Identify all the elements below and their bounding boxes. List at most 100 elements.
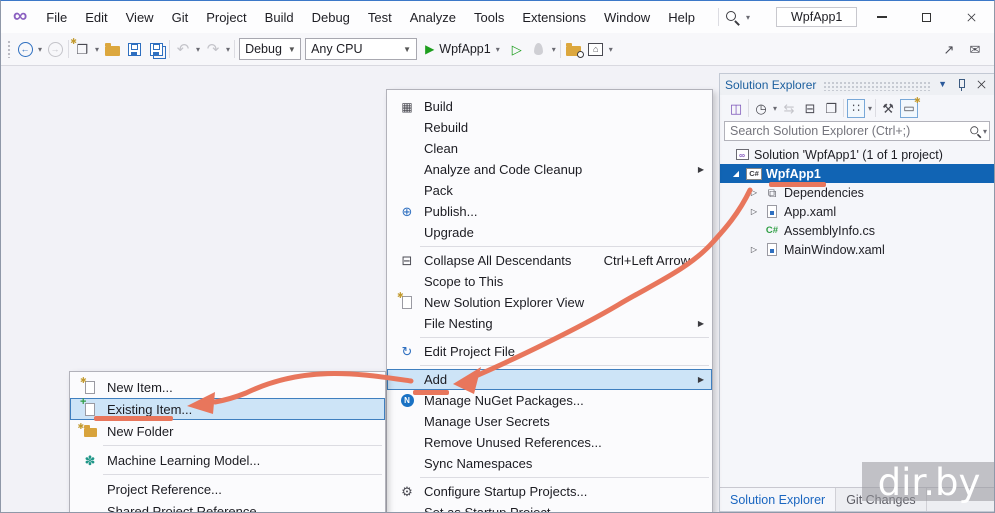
platform-dropdown[interactable]: Any CPU▼ [305,38,417,60]
toolbar-grip[interactable] [7,40,12,58]
menu-item-label: Upgrade [424,225,474,240]
start-without-debugging-icon[interactable]: ▷ [508,37,526,61]
dropdown-caret-icon[interactable]: ▾ [95,45,99,54]
menu-item-remove-unused-references[interactable]: Remove Unused References... [387,432,712,453]
forward-icon[interactable]: → [46,37,64,61]
menu-item-configure-startup-projects[interactable]: ⚙Configure Startup Projects... [387,481,712,502]
titlebar-solution-name[interactable]: WpfApp1 [776,7,857,27]
menubar-item-test[interactable]: Test [359,1,401,33]
hot-reload-icon[interactable] [530,37,548,61]
menu-item-sync-namespaces[interactable]: Sync Namespaces [387,453,712,474]
menu-item-collapse-all-descendants[interactable]: ⊟Collapse All DescendantsCtrl+Left Arrow [387,250,712,271]
menu-item-scope-to-this[interactable]: Scope to This [387,271,712,292]
new-project-icon[interactable]: ❐✱ [73,37,91,61]
expander-collapsed-icon[interactable]: ▷ [746,188,762,197]
show-all-files-icon[interactable]: ❐ [822,99,840,118]
dropdown-caret-icon[interactable]: ▾ [609,45,613,54]
collapse-all-icon[interactable]: ⊟ [801,99,819,118]
share-icon[interactable]: ↗ [940,37,958,61]
add-menu-item-machine-learning-model[interactable]: ✽Machine Learning Model... [70,449,385,471]
search-options-caret-icon[interactable]: ▾ [983,127,987,136]
menubar-item-analyze[interactable]: Analyze [401,1,465,33]
feedback-icon[interactable]: ✉ [966,37,984,61]
properties-icon[interactable]: ⚒ [879,99,897,118]
menu-item-clean[interactable]: Clean [387,138,712,159]
menu-item-set-as-startup-project[interactable]: Set as Startup Project [387,502,712,513]
menu-item-publish[interactable]: ⊕Publish... [387,201,712,222]
dropdown-caret-icon[interactable]: ▾ [196,45,200,54]
redo-icon[interactable]: ↷ [204,37,222,61]
menu-item-rebuild[interactable]: Rebuild [387,117,712,138]
menu-item-new-solution-explorer-view[interactable]: ✱New Solution Explorer View [387,292,712,313]
menubar-item-build[interactable]: Build [256,1,303,33]
solution-explorer-header[interactable]: Solution Explorer ▼ [720,74,994,95]
menubar-item-help[interactable]: Help [659,1,704,33]
expander-collapsed-icon[interactable]: ▷ [746,245,762,254]
window-maximize-icon[interactable] [904,1,949,33]
pending-changes-filter-icon[interactable]: ◷ [752,99,770,118]
dropdown-caret-icon[interactable]: ▾ [226,45,230,54]
start-debugging-button[interactable]: ▶WpfApp1▾ [421,37,504,61]
menubar-item-extensions[interactable]: Extensions [513,1,595,33]
panel-close-icon[interactable] [976,79,987,90]
menubar-item-view[interactable]: View [117,1,163,33]
menu-item-manage-nuget-packages[interactable]: NManage NuGet Packages... [387,390,712,411]
menubar-item-debug[interactable]: Debug [303,1,359,33]
menu-item-upgrade[interactable]: Upgrade [387,222,712,243]
menubar-item-project[interactable]: Project [197,1,255,33]
add-menu-item-existing-item[interactable]: +Existing Item... [70,398,385,420]
save-icon[interactable] [125,37,143,61]
save-all-icon[interactable] [147,37,165,61]
gear-icon: ⚙ [394,485,420,498]
menubar-item-window[interactable]: Window [595,1,659,33]
search-icon[interactable] [969,125,981,137]
expander-expanded-icon[interactable]: ◢ [728,169,744,178]
menu-item-analyze-and-code-cleanup[interactable]: Analyze and Code Cleanup▶ [387,159,712,180]
add-menu-item-new-folder[interactable]: ✱New Folder [70,420,385,442]
sync-with-active-document-icon[interactable]: ∷ [847,99,865,118]
dropdown-caret-icon[interactable]: ▾ [868,104,872,113]
menubar-item-edit[interactable]: Edit [76,1,116,33]
dropdown-caret-icon[interactable]: ▾ [773,104,777,113]
search-input[interactable] [730,124,968,138]
tree-item-mainwindow-xaml[interactable]: ▷MainWindow.xaml [720,240,994,259]
tree-item-dependencies[interactable]: ▷⧉Dependencies [720,183,994,202]
menu-item-label: Analyze and Code Cleanup [424,162,582,177]
menu-item-label: Add [424,372,447,387]
tree-item-wpfapp1[interactable]: ◢C#WpfApp1 [720,164,994,183]
find-in-files-icon[interactable] [565,37,583,61]
menu-item-file-nesting[interactable]: File Nesting▶ [387,313,712,334]
add-menu-item-project-reference[interactable]: Project Reference... [70,478,385,500]
dropdown-caret-icon[interactable]: ▾ [38,45,42,54]
menubar-item-tools[interactable]: Tools [465,1,513,33]
menu-item-add[interactable]: Add▶ [387,369,712,390]
menubar-item-file[interactable]: File [37,1,76,33]
tree-item-assemblyinfo-cs[interactable]: C#AssemblyInfo.cs [720,221,994,240]
menu-item-pack[interactable]: Pack [387,180,712,201]
undo-icon[interactable]: ↶ [174,37,192,61]
tree-item-solution-wpfapp1-1-of-1-project[interactable]: ∞Solution 'WpfApp1' (1 of 1 project) [720,145,994,164]
dropdown-caret-icon[interactable]: ▾ [552,45,556,54]
add-menu-item-new-item[interactable]: ✱New Item... [70,376,385,398]
menu-item-build[interactable]: ▦Build [387,96,712,117]
search-dropdown-caret-icon[interactable]: ▾ [746,13,750,22]
menu-item-edit-project-file[interactable]: ↻Edit Project File [387,341,712,362]
expander-collapsed-icon[interactable]: ▷ [746,207,762,216]
back-icon[interactable]: ← [16,37,34,61]
switch-views-icon[interactable]: ◫ [727,99,745,118]
sync-selection-icon[interactable]: ⇆ [780,99,798,118]
add-menu-item-shared-project-reference[interactable]: Shared Project Reference... [70,500,385,513]
panel-window-position-icon[interactable]: ▼ [938,80,947,89]
menu-item-manage-user-secrets[interactable]: Manage User Secrets [387,411,712,432]
panel-tab-solution-explorer[interactable]: Solution Explorer [720,488,836,511]
window-minimize-icon[interactable] [859,1,904,33]
window-close-icon[interactable] [949,1,994,33]
panel-pin-icon[interactable] [956,78,967,92]
tree-item-app-xaml[interactable]: ▷App.xaml [720,202,994,221]
solution-explorer-home-icon[interactable]: ⌂ [587,37,605,61]
menubar-item-git[interactable]: Git [163,1,198,33]
preview-selected-items-icon[interactable]: ▭✱ [900,99,918,118]
configuration-dropdown[interactable]: Debug▼ [239,38,301,60]
search-icon[interactable] [725,10,740,25]
open-folder-icon[interactable] [103,37,121,61]
